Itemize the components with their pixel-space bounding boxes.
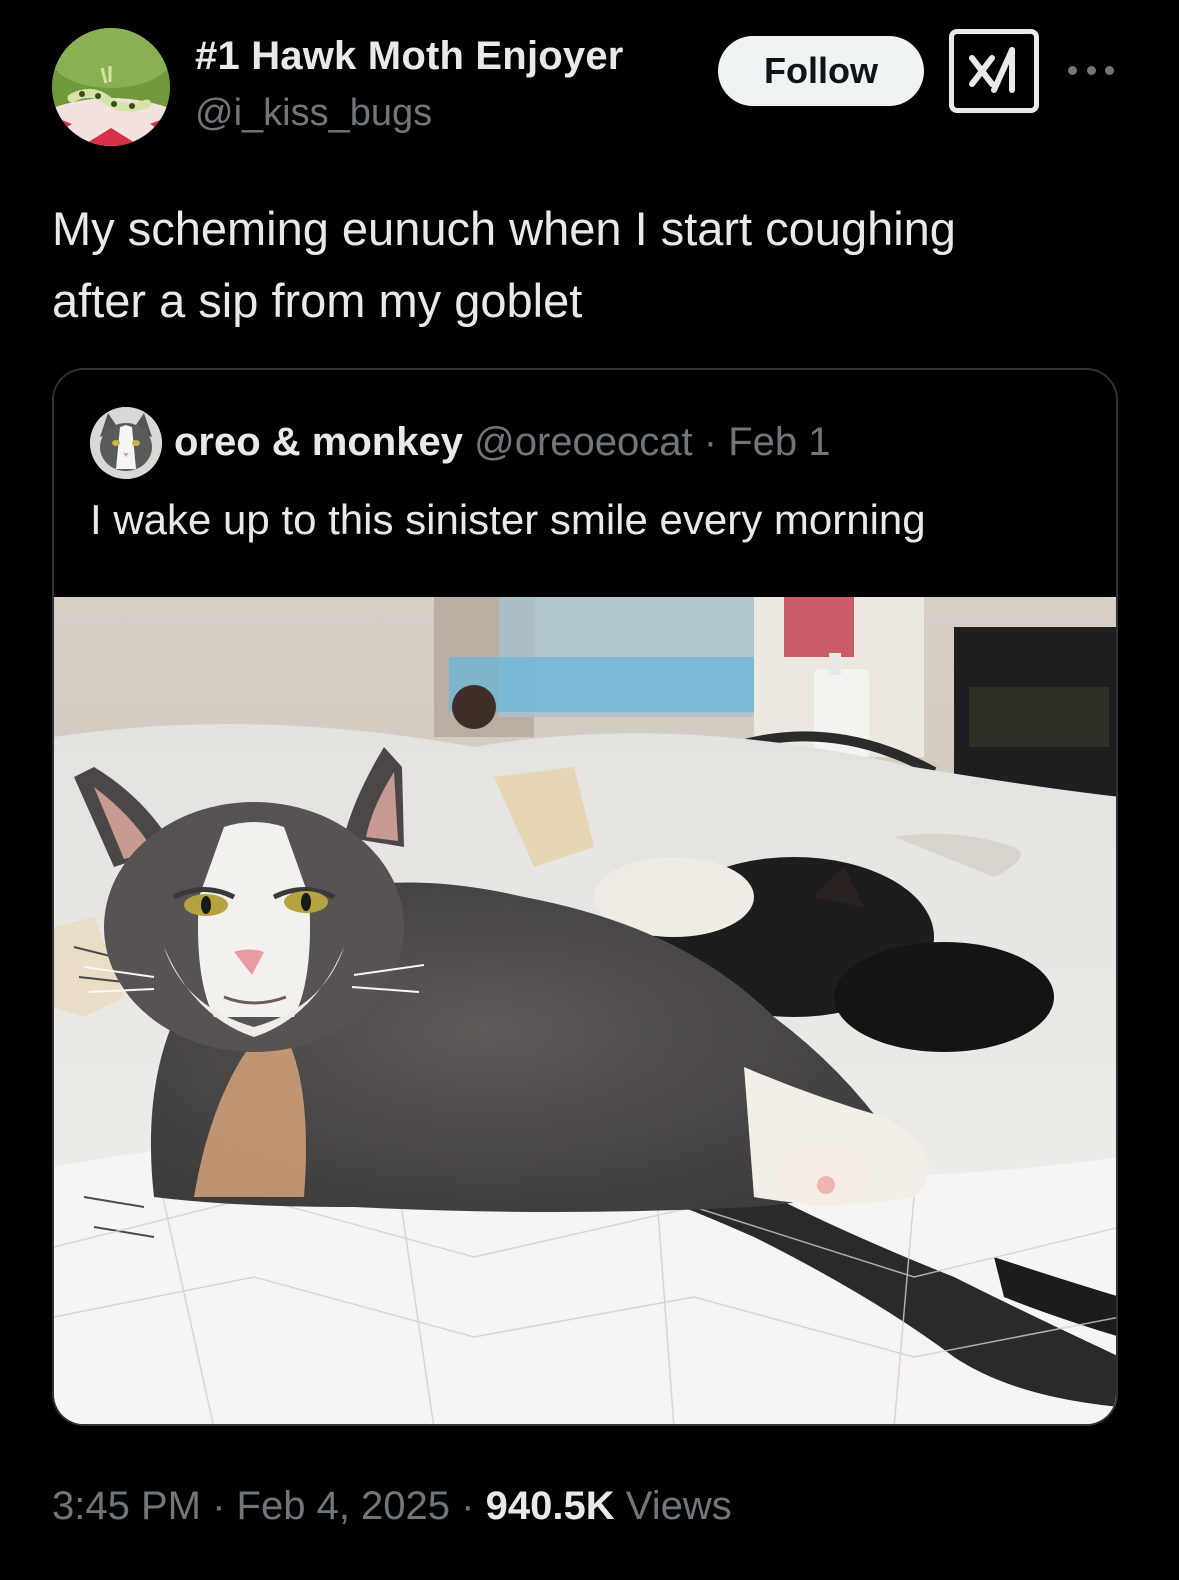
views-label: Views xyxy=(625,1484,732,1528)
tweet-text-line: after a sip from my goblet xyxy=(52,274,583,327)
separator-dot: · xyxy=(461,1484,475,1528)
author-display-name[interactable]: #1 Hawk Moth Enjoyer xyxy=(195,34,624,79)
quoted-date[interactable]: Feb 1 xyxy=(728,420,830,464)
quoted-tweet[interactable]: oreo & monkey @oreoeocat · Feb 1 I wake … xyxy=(52,368,1118,1426)
tweet-text-line: My scheming eunuch when I start coughing xyxy=(52,202,956,255)
quoted-author-handle[interactable]: @oreoeocat xyxy=(474,420,693,464)
quoted-author-name[interactable]: oreo & monkey xyxy=(174,420,463,464)
grok-icon[interactable] xyxy=(949,29,1039,113)
views-count: 940.5K xyxy=(485,1484,615,1528)
tweet-text: My scheming eunuch when I start coughing… xyxy=(52,193,1132,337)
separator-dot: · xyxy=(212,1484,226,1528)
more-dot xyxy=(1068,65,1077,75)
more-icon[interactable] xyxy=(1068,58,1114,82)
more-dot xyxy=(1086,65,1096,75)
tweet-date[interactable]: Feb 4, 2025 xyxy=(237,1484,451,1528)
tweet-footer: 3:45 PM · Feb 4, 2025 · 940.5K Views xyxy=(52,1478,732,1534)
tweet-time[interactable]: 3:45 PM xyxy=(52,1484,201,1528)
quoted-tweet-text: I wake up to this sinister smile every m… xyxy=(90,496,926,543)
quoted-tweet-meta: oreo & monkey @oreoeocat · Feb 1 xyxy=(174,418,830,466)
author-handle[interactable]: @i_kiss_bugs xyxy=(195,92,432,135)
more-dot xyxy=(1105,65,1114,75)
cat-avatar[interactable] xyxy=(90,407,162,479)
separator-dot: · xyxy=(703,420,718,464)
cat-photo[interactable] xyxy=(54,597,1116,1424)
caterpillar-avatar[interactable] xyxy=(52,28,170,146)
follow-button[interactable]: Follow xyxy=(718,36,924,106)
tweet-header: #1 Hawk Moth Enjoyer @i_kiss_bugs Follow xyxy=(0,0,1179,160)
